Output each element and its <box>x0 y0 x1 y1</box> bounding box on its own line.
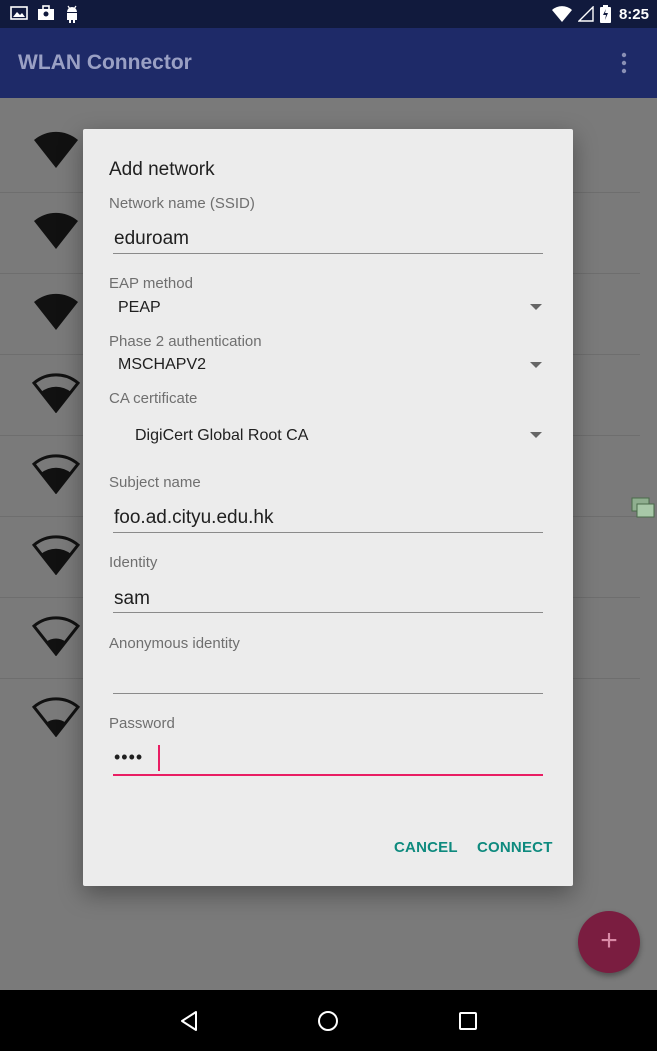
add-network-fab[interactable]: + <box>578 911 640 973</box>
android-icon <box>67 5 77 23</box>
connect-button[interactable]: CONNECT <box>477 839 553 856</box>
password-input[interactable]: •••• <box>114 747 143 768</box>
navigation-bar <box>0 990 657 1051</box>
back-icon[interactable] <box>178 1010 200 1032</box>
status-bar: 8:25 <box>0 0 657 28</box>
clock: 8:25 <box>618 5 649 23</box>
phase2-dropdown-icon[interactable] <box>530 362 542 368</box>
signal-icon <box>577 6 594 22</box>
wifi-full-icon <box>34 293 78 330</box>
overflow-menu-icon[interactable] <box>621 52 627 74</box>
identity-label: Identity <box>109 554 158 571</box>
recents-icon[interactable] <box>457 1010 479 1032</box>
wifi-medium-icon <box>32 454 80 494</box>
wifi-icon <box>551 6 572 22</box>
subject-name-underline <box>113 532 543 533</box>
wifi-full-icon <box>34 131 78 168</box>
wifi-weak-icon <box>32 697 80 737</box>
eap-method-select[interactable]: PEAP <box>118 299 161 317</box>
phase2-label: Phase 2 authentication <box>109 333 262 350</box>
briefcase-icon <box>38 5 54 20</box>
battery-icon <box>599 5 611 23</box>
notification-icons <box>10 5 80 23</box>
eap-method-dropdown-icon[interactable] <box>530 304 542 310</box>
ssid-underline <box>113 253 543 254</box>
cancel-button[interactable]: CANCEL <box>394 839 458 856</box>
eap-method-label: EAP method <box>109 275 193 292</box>
ca-certificate-dropdown-icon[interactable] <box>530 432 542 438</box>
subject-name-label: Subject name <box>109 474 201 491</box>
ca-certificate-select[interactable]: DigiCert Global Root CA <box>135 427 308 445</box>
identity-input[interactable]: sam <box>114 588 150 610</box>
phase2-select[interactable]: MSCHAPV2 <box>118 356 206 374</box>
text-cursor <box>158 745 160 771</box>
home-icon[interactable] <box>317 1010 339 1032</box>
subject-name-input[interactable]: foo.ad.cityu.edu.hk <box>114 507 274 529</box>
anonymous-identity-underline <box>113 693 543 694</box>
wifi-full-icon <box>34 212 78 249</box>
wifi-weak-icon <box>32 616 80 656</box>
wifi-medium-icon <box>32 535 80 575</box>
app-bar: WLAN Connector <box>0 28 657 98</box>
password-underline <box>113 774 543 776</box>
password-label: Password <box>109 715 175 732</box>
identity-underline <box>113 612 543 613</box>
image-icon <box>10 6 28 20</box>
anonymous-identity-input[interactable] <box>114 668 534 692</box>
ssid-input[interactable]: eduroam <box>114 228 189 250</box>
system-icons: 8:25 <box>551 4 649 24</box>
app-title: WLAN Connector <box>18 51 192 74</box>
ca-certificate-label: CA certificate <box>109 390 198 407</box>
anonymous-identity-label: Anonymous identity <box>109 635 240 652</box>
add-network-dialog: Add network Network name (SSID) eduroam … <box>83 129 573 886</box>
ssid-label: Network name (SSID) <box>109 195 255 212</box>
wifi-medium-icon <box>32 373 80 413</box>
dialog-title: Add network <box>109 159 215 180</box>
windows-icon[interactable] <box>631 497 655 519</box>
